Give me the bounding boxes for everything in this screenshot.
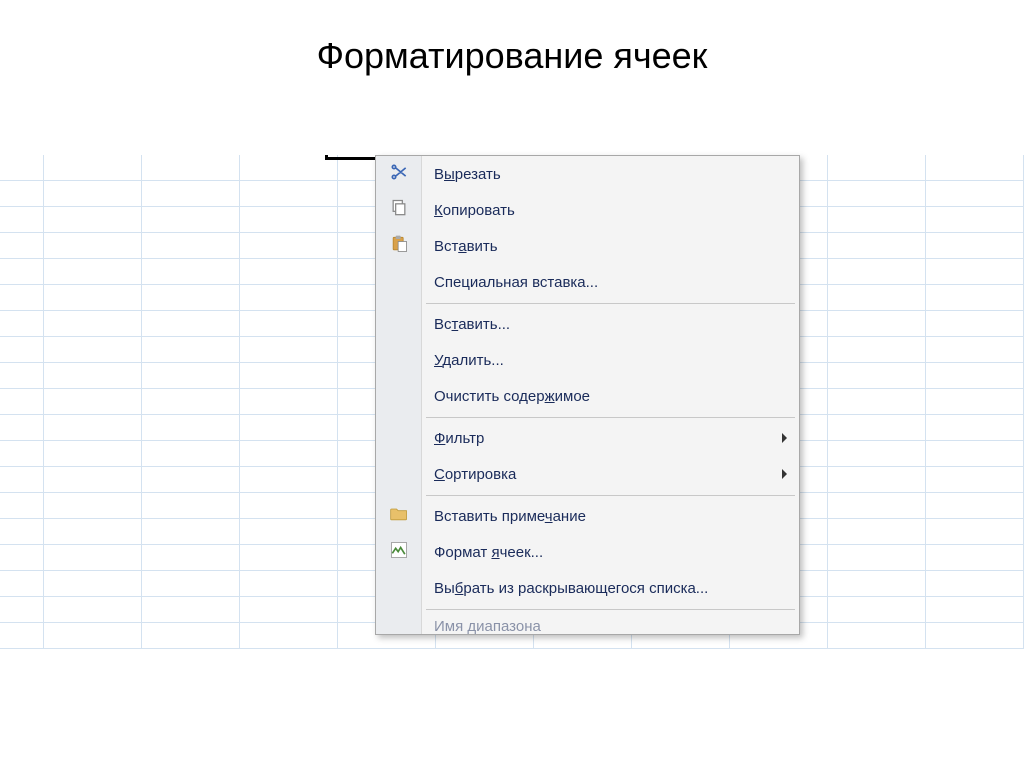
menu-item-insert[interactable]: Вставить...: [376, 306, 799, 342]
context-menu: Вырезать Копировать Вставить Специальная…: [375, 155, 800, 635]
menu-item-paste[interactable]: Вставить: [376, 228, 799, 264]
menu-label: Сортировка: [422, 466, 799, 483]
menu-item-sort[interactable]: Сортировка: [376, 456, 799, 492]
menu-label: Вставить...: [422, 316, 799, 333]
menu-item-format-cells[interactable]: Формат ячеек...: [376, 534, 799, 570]
menu-label: Формат ячеек...: [422, 544, 799, 561]
menu-item-name-range[interactable]: Имя диапазона: [376, 612, 799, 634]
menu-item-clear-contents[interactable]: Очистить содержимое: [376, 378, 799, 414]
menu-item-insert-comment[interactable]: Вставить примечание: [376, 498, 799, 534]
menu-item-filter[interactable]: Фильтр: [376, 420, 799, 456]
submenu-arrow-icon: [782, 469, 787, 479]
submenu-arrow-icon: [782, 433, 787, 443]
menu-label: Вставить примечание: [422, 508, 799, 525]
menu-label: Вставить: [422, 238, 799, 255]
paste-icon: [389, 234, 409, 258]
menu-label: Фильтр: [422, 430, 799, 447]
slide-title: Форматирование ячеек: [0, 0, 1024, 117]
menu-item-delete[interactable]: Удалить...: [376, 342, 799, 378]
menu-label: Удалить...: [422, 352, 799, 369]
format-cells-icon: [389, 540, 409, 564]
menu-label: Выбрать из раскрывающегося списка...: [422, 580, 799, 597]
menu-label: Вырезать: [422, 166, 799, 183]
menu-label: Копировать: [422, 202, 799, 219]
copy-icon: [389, 198, 409, 222]
menu-item-cut[interactable]: Вырезать: [376, 156, 799, 192]
folder-icon: [389, 504, 409, 528]
menu-label: Специальная вставка...: [422, 274, 799, 291]
menu-item-pick-from-list[interactable]: Выбрать из раскрывающегося списка...: [376, 570, 799, 606]
menu-item-copy[interactable]: Копировать: [376, 192, 799, 228]
menu-label: Очистить содержимое: [422, 388, 799, 405]
menu-item-paste-special[interactable]: Специальная вставка...: [376, 264, 799, 300]
scissors-icon: [389, 162, 409, 186]
menu-label: Имя диапазона: [422, 612, 799, 634]
